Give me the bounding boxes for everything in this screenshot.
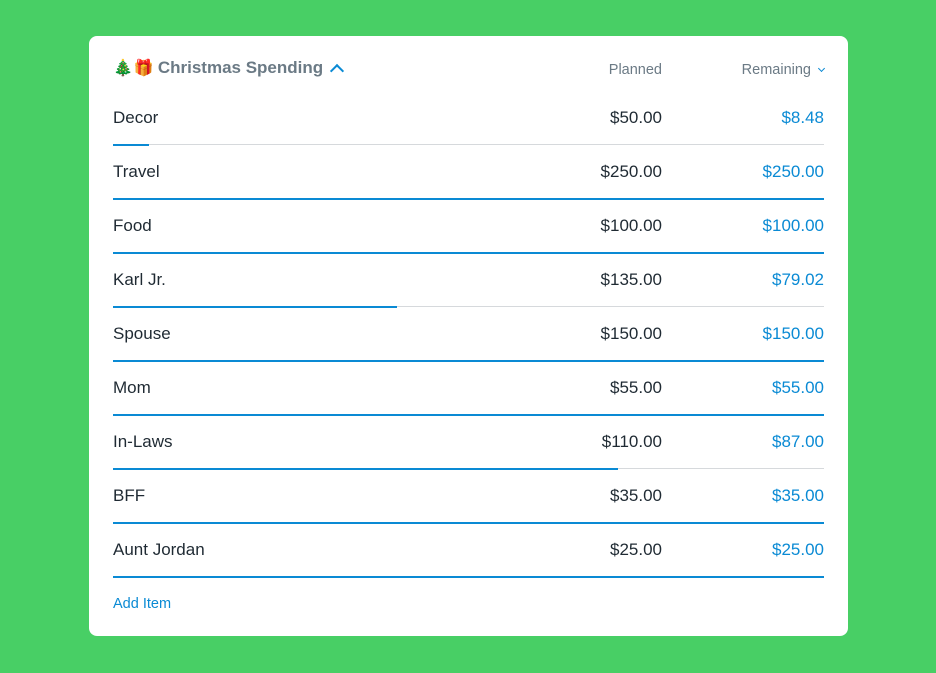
item-name[interactable]: Aunt Jordan (113, 540, 205, 560)
item-planned-amount[interactable]: $55.00 (610, 378, 662, 398)
budget-group-card: 🎄 🎁 Christmas Spending Planned Remaining… (89, 36, 848, 636)
remaining-label: Remaining (741, 62, 811, 78)
group-title-toggle[interactable]: 🎄 🎁 Christmas Spending (113, 58, 345, 78)
item-name[interactable]: Travel (113, 162, 160, 182)
item-remaining-amount: $79.02 (772, 270, 824, 289)
budget-item-row[interactable]: In-Laws $110.00 $87.00 (113, 415, 824, 470)
budget-item-row[interactable]: Travel $250.00 $250.00 (113, 145, 824, 200)
item-name[interactable]: Karl Jr. (113, 270, 166, 290)
item-planned-amount[interactable]: $100.00 (601, 216, 662, 236)
budget-item-row[interactable]: Decor $50.00 $8.48 (113, 91, 824, 146)
item-planned-amount[interactable]: $150.00 (601, 324, 662, 344)
item-remaining-amount: $35.00 (772, 486, 824, 505)
add-item-link[interactable]: Add Item (113, 596, 171, 612)
item-remaining-amount: $250.00 (762, 162, 824, 181)
item-planned-amount[interactable]: $50.00 (610, 108, 662, 128)
item-name[interactable]: In-Laws (113, 432, 173, 452)
budget-item-row[interactable]: BFF $35.00 $35.00 (113, 469, 824, 524)
item-remaining-amount: $100.00 (762, 216, 824, 235)
group-header: 🎄 🎁 Christmas Spending Planned Remaining (113, 58, 826, 84)
item-name[interactable]: BFF (113, 486, 145, 506)
item-planned-amount[interactable]: $35.00 (610, 486, 662, 506)
budget-item-row[interactable]: Aunt Jordan $25.00 $25.00 (113, 523, 824, 578)
progress-fill (113, 576, 824, 578)
christmas-tree-icon: 🎄 (113, 60, 133, 77)
item-remaining-amount: $87.00 (772, 432, 824, 451)
item-planned-amount[interactable]: $135.00 (601, 270, 662, 290)
budget-item-row[interactable]: Mom $55.00 $55.00 (113, 361, 824, 416)
item-name[interactable]: Food (113, 216, 152, 236)
column-header-planned: Planned (608, 62, 662, 78)
budget-item-row[interactable]: Food $100.00 $100.00 (113, 199, 824, 254)
item-name[interactable]: Decor (113, 108, 158, 128)
column-header-remaining[interactable]: Remaining (741, 62, 826, 78)
item-planned-amount[interactable]: $25.00 (610, 540, 662, 560)
budget-items-list: Decor $50.00 $8.48 Travel $250.00 $250.0… (113, 91, 824, 578)
item-remaining-amount: $150.00 (762, 324, 824, 343)
item-planned-amount[interactable]: $110.00 (602, 432, 662, 452)
item-name[interactable]: Spouse (113, 324, 171, 344)
item-remaining-amount: $25.00 (772, 540, 824, 559)
group-title: Christmas Spending (157, 58, 324, 77)
chevron-down-icon[interactable] (817, 64, 826, 73)
item-remaining-amount: $8.48 (781, 108, 824, 127)
budget-item-row[interactable]: Spouse $150.00 $150.00 (113, 307, 824, 362)
item-name[interactable]: Mom (113, 378, 151, 398)
budget-item-row[interactable]: Karl Jr. $135.00 $79.02 (113, 253, 824, 308)
item-remaining-amount: $55.00 (772, 378, 824, 397)
chevron-up-icon[interactable] (330, 63, 345, 78)
gift-icon: 🎁 (133, 60, 154, 77)
item-planned-amount[interactable]: $250.00 (601, 162, 662, 182)
